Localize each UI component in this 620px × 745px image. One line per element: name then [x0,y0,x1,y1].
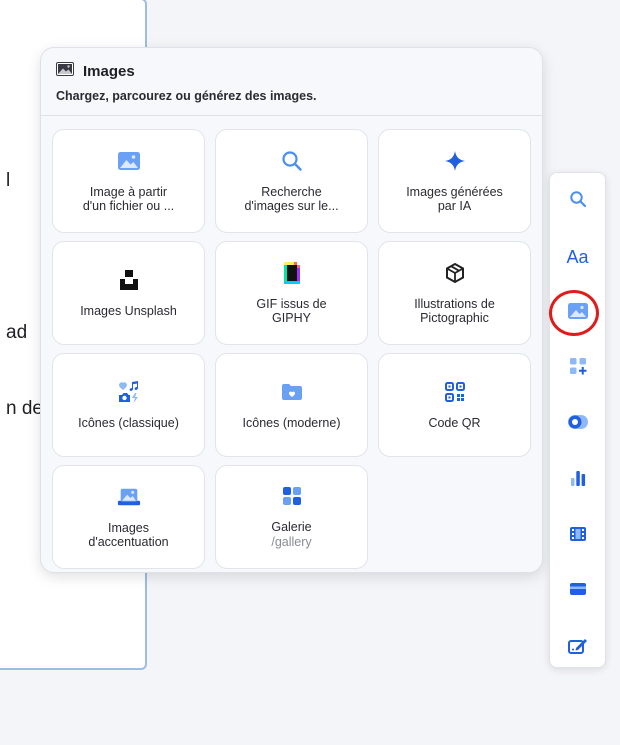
image-icon [567,301,589,326]
tile-label: Icônes (moderne) [242,416,341,430]
tile-shortcut: /gallery [271,535,312,549]
tile-label: GIF issus de GIPHY [256,297,327,325]
tile-pictographic[interactable]: Illustrations de Pictographic [378,241,531,345]
images-popover: Images Chargez, parcourez ou générez des… [40,47,543,573]
search-icon [569,190,587,213]
toolbar-video-button[interactable] [550,516,605,556]
toolbar-card-button[interactable] [550,571,605,611]
tile-label: Code QR [428,416,481,430]
toolbar-search-button[interactable] [550,181,605,221]
divider [41,115,542,116]
chart-icon [569,469,587,492]
add-block-icon [569,357,587,380]
tile-label: Images Unsplash [80,304,177,318]
toolbar-edit-button[interactable] [550,628,605,668]
insert-toolbar: Aa [549,172,606,668]
accent-image-icon [117,485,141,509]
image-icon [56,62,74,80]
toolbar-chart-button[interactable] [550,460,605,500]
tile-accent-images[interactable]: Images d'accentuation [52,465,205,569]
tile-unsplash[interactable]: Images Unsplash [52,241,205,345]
video-icon [569,526,587,547]
tile-qr-code[interactable]: Code QR [378,353,531,457]
toolbar-image-button[interactable] [550,293,605,333]
popover-subtitle: Chargez, parcourez ou générez des images… [56,89,317,103]
tile-icons-classic[interactable]: Icônes (classique) [52,353,205,457]
tile-label: Image à partir d'un fichier ou ... [82,185,175,213]
search-icon [280,149,304,173]
unsplash-icon [117,268,141,292]
tile-gallery[interactable]: Galerie /gallery [215,465,368,569]
text-icon: Aa [566,246,589,267]
giphy-icon [280,261,304,285]
qr-code-icon [443,380,467,404]
tile-ai-images[interactable]: Images générées par IA [378,129,531,233]
toolbar-text-button[interactable]: Aa [550,237,605,277]
card-icon [569,582,587,601]
icons-modern-icon [280,380,304,404]
tile-giphy[interactable]: GIF issus de GIPHY [215,241,368,345]
image-source-grid: Image à partir d'un fichier ou ... Reche… [52,129,531,569]
tile-image-from-file[interactable]: Image à partir d'un fichier ou ... [52,129,205,233]
toolbar-toggle-button[interactable] [550,404,605,444]
tile-label: Images générées par IA [406,185,503,213]
popover-title: Images [83,62,135,80]
document-text-fragment: ad [6,322,28,343]
pictographic-icon [443,261,467,285]
tile-label: Galerie [271,520,312,534]
toggle-icon [567,414,589,435]
tile-label: Images d'accentuation [88,521,169,549]
sparkle-icon [443,149,467,173]
icons-classic-icon [117,380,141,404]
document-text-fragment: l [6,170,11,191]
tile-label: Illustrations de Pictographic [414,297,495,325]
tile-image-search[interactable]: Recherche d'images sur le... [215,129,368,233]
edit-icon [567,637,588,660]
tile-icons-modern[interactable]: Icônes (moderne) [215,353,368,457]
tile-label: Recherche d'images sur le... [244,185,339,213]
tile-label: Icônes (classique) [78,416,179,430]
popover-header: Images Chargez, parcourez ou générez des… [56,62,527,103]
document-text-fragment: n de [6,398,43,419]
gallery-icon [280,484,304,508]
toolbar-add-block-button[interactable] [550,348,605,388]
image-icon [117,149,141,173]
